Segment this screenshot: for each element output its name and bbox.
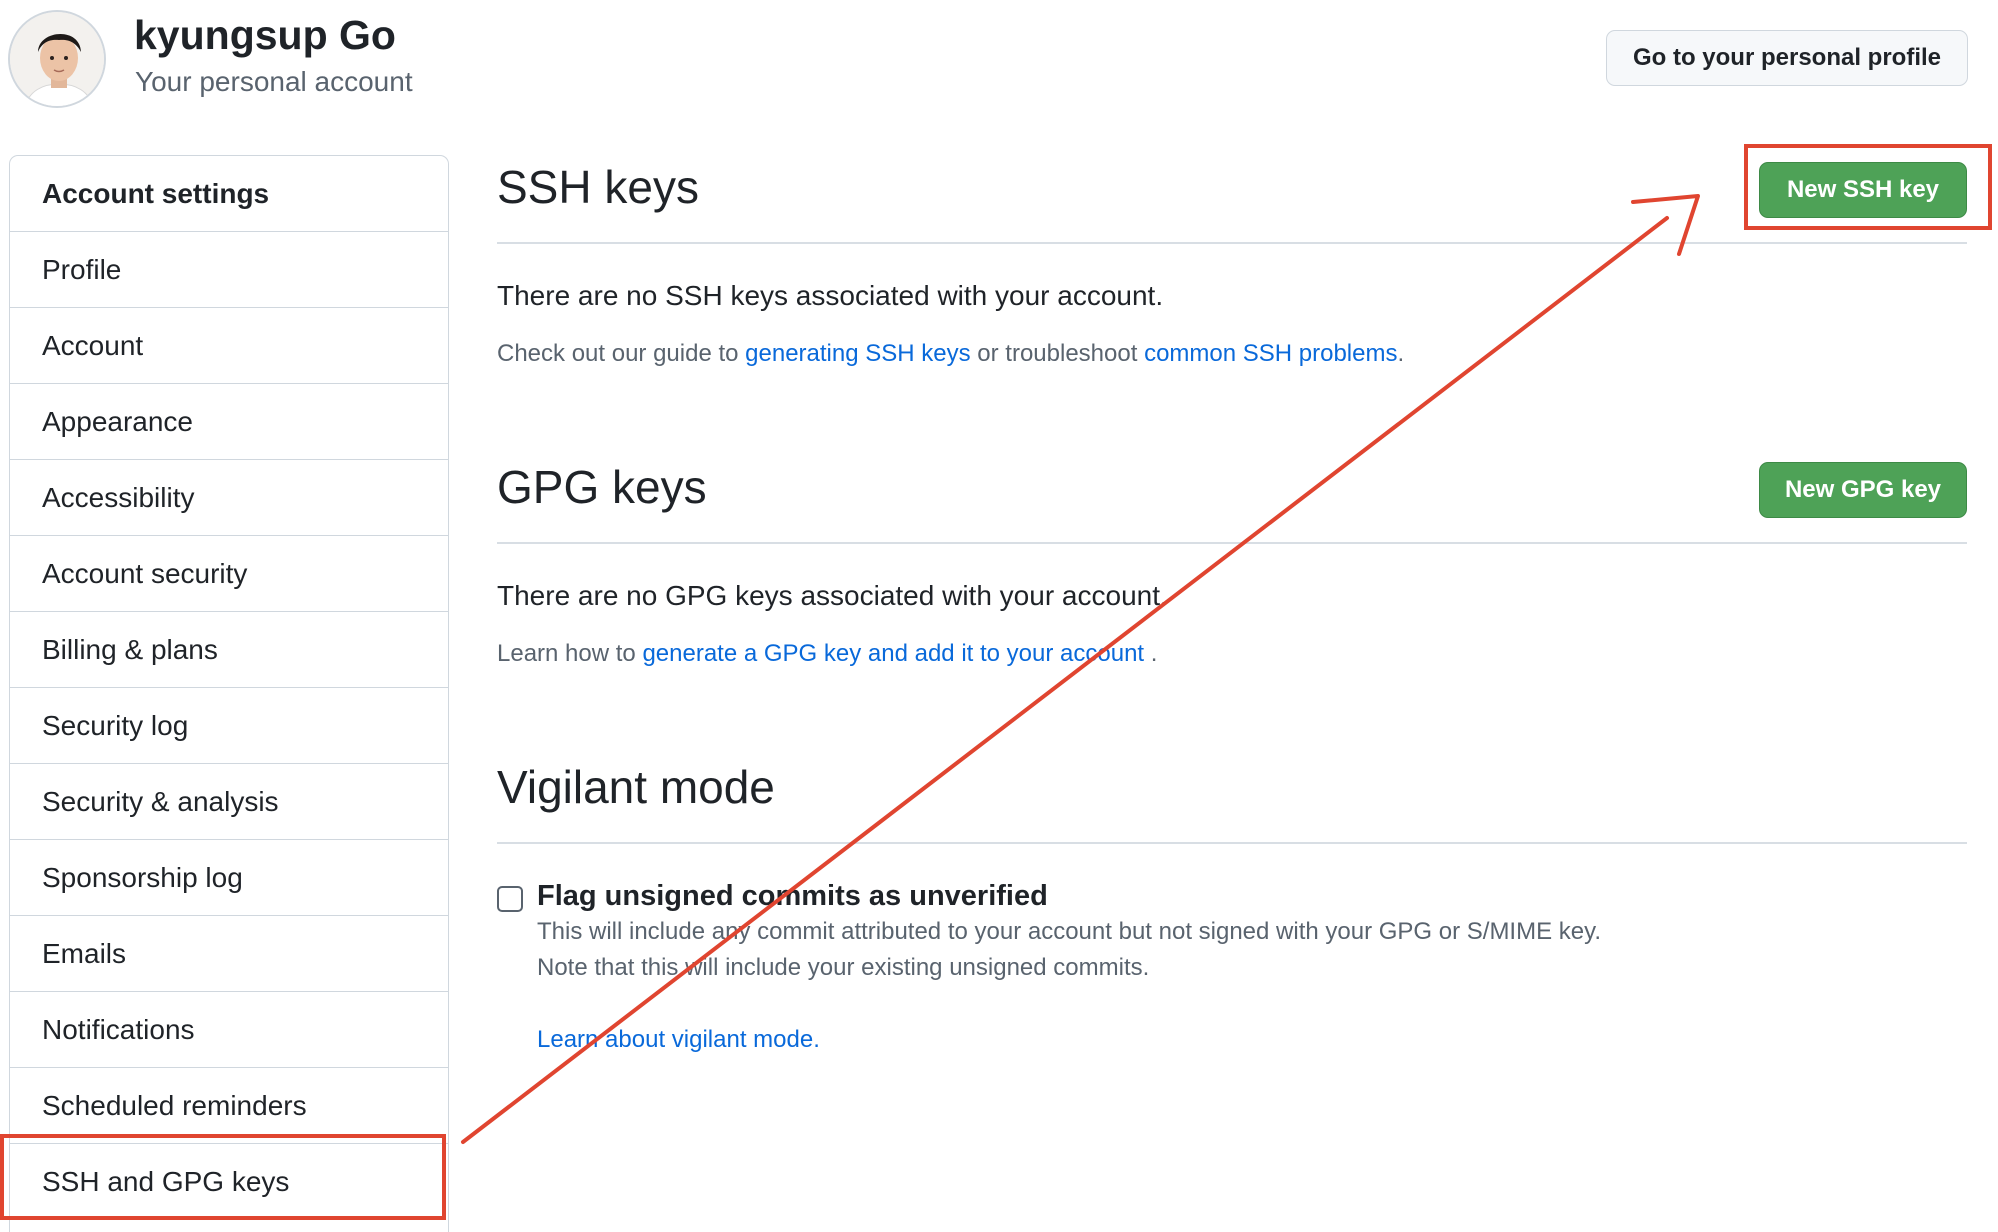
gpg-hint-prefix: Learn how to <box>497 640 643 667</box>
vigilant-description-line-1: This will include any commit attributed … <box>537 918 1602 945</box>
vigilant-mode-title: Vigilant mode <box>497 761 775 813</box>
sidebar-item-notifications[interactable]: Notifications <box>10 992 448 1068</box>
new-gpg-key-button[interactable]: New GPG key <box>1759 462 1967 518</box>
new-ssh-key-button[interactable]: New SSH key <box>1759 162 1967 218</box>
sidebar-item-appearance[interactable]: Appearance <box>10 384 448 460</box>
generating-ssh-keys-link[interactable]: generating SSH keys <box>745 340 970 367</box>
sidebar-item-ssh-gpg-keys[interactable]: SSH and GPG keys <box>10 1144 448 1220</box>
user-name: kyungsup Go <box>134 12 396 58</box>
gpg-keys-section: GPG keys New GPG key There are no GPG ke… <box>497 440 1967 667</box>
learn-vigilant-mode-link[interactable]: Learn about vigilant mode. <box>537 1026 820 1054</box>
flag-unsigned-commits-label[interactable]: Flag unsigned commits as unverified <box>537 880 1048 913</box>
avatar-image <box>10 12 104 106</box>
ssh-hint-suffix: . <box>1397 340 1405 367</box>
settings-sidebar: Account settings Profile Account Appeara… <box>9 155 449 1232</box>
gpg-hint-suffix: . <box>1144 640 1158 667</box>
vigilant-description-line-2: Note that this will include your existin… <box>537 954 1150 981</box>
gpg-empty-message: There are no GPG keys associated with yo… <box>497 580 1168 611</box>
go-to-profile-button[interactable]: Go to your personal profile <box>1606 30 1968 86</box>
sidebar-item-security-log[interactable]: Security log <box>10 688 448 764</box>
ssh-keys-section: SSH keys New SSH key There are no SSH ke… <box>497 140 1967 367</box>
flag-unsigned-commits-checkbox[interactable] <box>497 886 523 912</box>
sidebar-item-account-security[interactable]: Account security <box>10 536 448 612</box>
ssh-empty-message: There are no SSH keys associated with yo… <box>497 280 1164 311</box>
account-subtitle: Your personal account <box>135 66 413 97</box>
sidebar-item-account[interactable]: Account <box>10 308 448 384</box>
sidebar-item-profile[interactable]: Profile <box>10 232 448 308</box>
sidebar-item-security-analysis[interactable]: Security & analysis <box>10 764 448 840</box>
sidebar-item-scheduled-reminders[interactable]: Scheduled reminders <box>10 1068 448 1144</box>
gpg-keys-header: GPG keys New GPG key <box>497 440 1967 544</box>
sidebar-item-billing[interactable]: Billing & plans <box>10 612 448 688</box>
page-header: kyungsup Go Your personal account Go to … <box>0 0 1998 140</box>
ssh-keys-header: SSH keys New SSH key <box>497 140 1967 244</box>
ssh-guide-hint: Check out our guide to generating SSH ke… <box>497 340 1404 368</box>
sidebar-item-accessibility[interactable]: Accessibility <box>10 460 448 536</box>
sidebar-item-emails[interactable]: Emails <box>10 916 448 992</box>
ssh-keys-title: SSH keys <box>497 161 699 213</box>
ssh-hint-mid: or troubleshoot <box>970 340 1145 367</box>
avatar[interactable] <box>8 10 106 108</box>
gpg-guide-hint: Learn how to generate a GPG key and add … <box>497 640 1157 668</box>
generate-gpg-key-link[interactable]: generate a GPG key and add it to your ac… <box>642 640 1144 667</box>
vigilant-mode-section: Vigilant mode Flag unsigned commits as u… <box>497 740 1967 1053</box>
ssh-hint-prefix: Check out our guide to <box>497 340 746 367</box>
gpg-keys-title: GPG keys <box>497 461 707 513</box>
sidebar-item-sponsorship-log[interactable]: Sponsorship log <box>10 840 448 916</box>
common-ssh-problems-link[interactable]: common SSH problems <box>1144 340 1397 367</box>
vigilant-mode-header: Vigilant mode <box>497 740 1967 844</box>
sidebar-heading: Account settings <box>10 156 448 232</box>
